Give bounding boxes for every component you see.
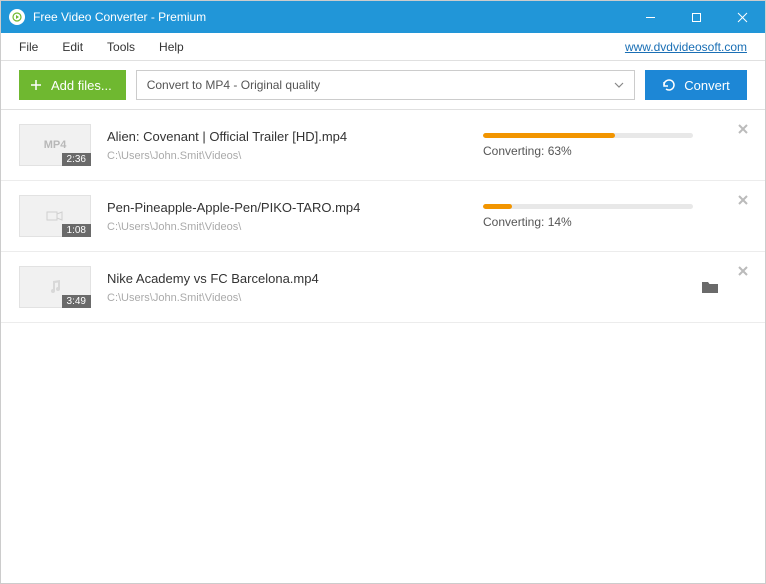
refresh-icon xyxy=(662,78,676,92)
file-path: C:\Users\John.Smit\Videos\ xyxy=(107,221,483,233)
menu-tools[interactable]: Tools xyxy=(95,36,147,58)
file-row: 1:08 Pen-Pineapple-Apple-Pen/PIKO-TARO.m… xyxy=(1,181,765,252)
file-name: Alien: Covenant | Official Trailer [HD].… xyxy=(107,129,483,144)
open-folder-button[interactable] xyxy=(701,280,719,294)
file-thumbnail: MP4 2:36 xyxy=(19,124,91,166)
file-info: Pen-Pineapple-Apple-Pen/PIKO-TARO.mp4 C:… xyxy=(107,200,483,233)
window-title: Free Video Converter - Premium xyxy=(33,10,627,24)
add-files-label: Add files... xyxy=(51,78,112,93)
progress-bar xyxy=(483,133,693,138)
close-icon xyxy=(737,123,749,135)
close-button[interactable] xyxy=(719,1,765,33)
close-icon xyxy=(737,265,749,277)
file-duration: 3:49 xyxy=(62,295,91,308)
file-info: Nike Academy vs FC Barcelona.mp4 C:\User… xyxy=(107,271,701,304)
close-icon xyxy=(737,194,749,206)
video-camera-icon xyxy=(46,209,64,223)
convert-label: Convert xyxy=(684,78,730,93)
window-controls xyxy=(627,1,765,33)
menu-file[interactable]: File xyxy=(13,36,50,58)
file-duration: 2:36 xyxy=(62,153,91,166)
progress-bar xyxy=(483,204,693,209)
plus-icon xyxy=(29,78,43,92)
toolbar: Add files... Convert to MP4 - Original q… xyxy=(1,61,765,109)
menubar: File Edit Tools Help www.dvdvideosoft.co… xyxy=(1,33,765,61)
progress-column: Converting: 14% xyxy=(483,204,723,229)
menu-help[interactable]: Help xyxy=(147,36,196,58)
progress-text: Converting: 63% xyxy=(483,144,723,158)
progress-text: Converting: 14% xyxy=(483,215,723,229)
file-thumbnail: 1:08 xyxy=(19,195,91,237)
maximize-button[interactable] xyxy=(673,1,719,33)
progress-fill xyxy=(483,204,512,209)
thumb-format-label: MP4 xyxy=(44,139,67,151)
remove-file-button[interactable] xyxy=(737,193,751,207)
file-path: C:\Users\John.Smit\Videos\ xyxy=(107,292,701,304)
website-link[interactable]: www.dvdvideosoft.com xyxy=(625,40,753,54)
format-select-value: Convert to MP4 - Original quality xyxy=(147,78,320,92)
music-note-icon xyxy=(47,279,63,295)
progress-column: Converting: 63% xyxy=(483,133,723,158)
add-files-button[interactable]: Add files... xyxy=(19,70,126,100)
remove-file-button[interactable] xyxy=(737,264,751,278)
minimize-button[interactable] xyxy=(627,1,673,33)
app-icon xyxy=(9,9,25,25)
file-row: MP4 2:36 Alien: Covenant | Official Trai… xyxy=(1,110,765,181)
file-name: Nike Academy vs FC Barcelona.mp4 xyxy=(107,271,701,286)
file-list: MP4 2:36 Alien: Covenant | Official Trai… xyxy=(1,109,765,323)
file-duration: 1:08 xyxy=(62,224,91,237)
convert-button[interactable]: Convert xyxy=(645,70,747,100)
file-path: C:\Users\John.Smit\Videos\ xyxy=(107,150,483,162)
progress-fill xyxy=(483,133,615,138)
chevron-down-icon xyxy=(614,82,624,88)
format-select[interactable]: Convert to MP4 - Original quality xyxy=(136,70,635,100)
titlebar: Free Video Converter - Premium xyxy=(1,1,765,33)
remove-file-button[interactable] xyxy=(737,122,751,136)
menu-edit[interactable]: Edit xyxy=(50,36,95,58)
file-info: Alien: Covenant | Official Trailer [HD].… xyxy=(107,129,483,162)
file-name: Pen-Pineapple-Apple-Pen/PIKO-TARO.mp4 xyxy=(107,200,483,215)
file-row: 3:49 Nike Academy vs FC Barcelona.mp4 C:… xyxy=(1,252,765,323)
file-thumbnail: 3:49 xyxy=(19,266,91,308)
